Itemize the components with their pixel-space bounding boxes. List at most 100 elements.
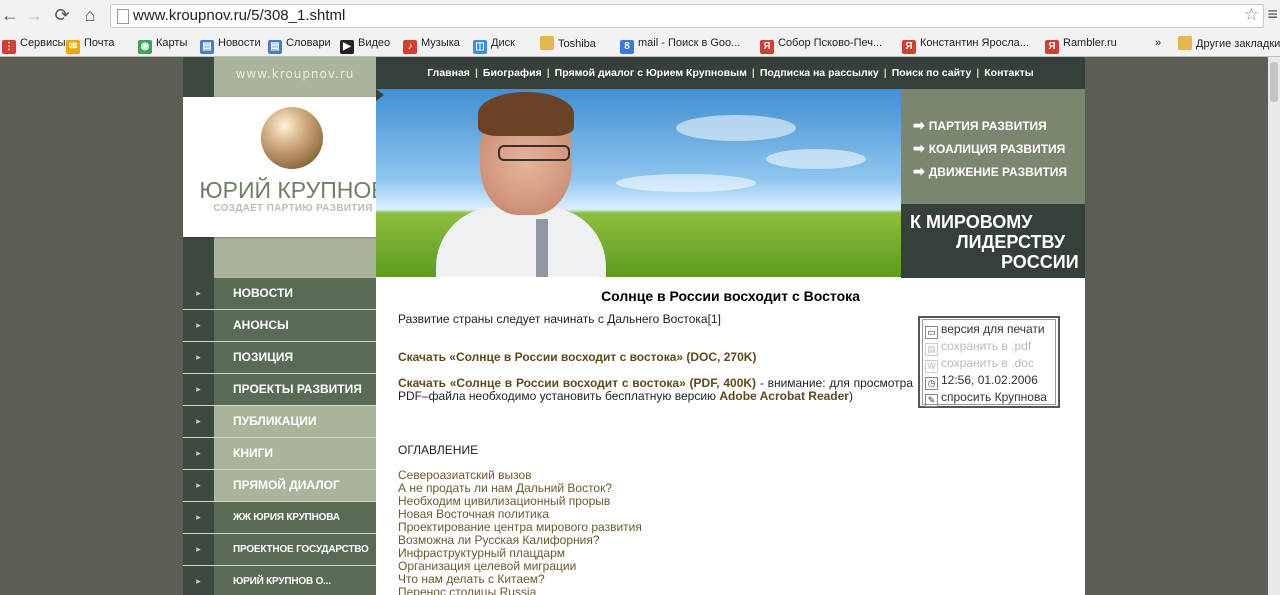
pdf-note-end: ) xyxy=(848,389,853,403)
bookmark-label: mail - Поиск в Goo... xyxy=(638,37,741,49)
sidenav-item-9[interactable]: ▸ ЮРИЙ КРУПНОВ О... xyxy=(183,566,376,595)
bookmark-7[interactable]: ◫ Диск xyxy=(473,36,515,54)
bookmark-label: Карты xyxy=(156,37,188,49)
tool-0[interactable]: ▭ версия для печати xyxy=(925,321,1053,339)
google-icon: 8 xyxy=(620,40,634,54)
link-movement[interactable]: ➡ ДВИЖЕНИЕ РАЗВИТИЯ xyxy=(913,163,1067,180)
link-party[interactable]: ➡ ПАРТИЯ РАЗВИТИЯ xyxy=(913,117,1047,134)
news-icon: ▤ xyxy=(200,40,214,54)
sidenav-item-8[interactable]: ▸ ПРОЕКТНОЕ ГОСУДАРСТВО xyxy=(183,534,376,566)
tool-label: спросить Крупнова xyxy=(941,390,1047,404)
tools-list: ▭ версия для печати ▤ сохранить в .pdf Wсохр… xyxy=(922,319,1056,407)
logo[interactable]: ЮРИЙ КРУПНОВ СОЗДАЕТ ПАРТИЮ РАЗВИТИЯ xyxy=(183,97,403,237)
sidenav-item-5[interactable]: ▸ КНИГИ xyxy=(183,438,376,470)
folder-icon xyxy=(1178,36,1192,50)
bookmark-label: Новости xyxy=(218,37,261,49)
bookmark-1[interactable]: ✉ Почта xyxy=(66,36,115,54)
top-navigation: Главная | Биография | Прямой диалог с Юрием … xyxy=(376,57,1085,89)
sidenav-label: ПРЯМОЙ ДИАЛОГ xyxy=(214,470,376,501)
right-links-panel: ➡ ПАРТИЯ РАЗВИТИЯ ➡ КОАЛИЦИЯ РАЗВИТИЯ ➡ ДВИ… xyxy=(901,89,1085,204)
sidenav-label: ПОЗИЦИЯ xyxy=(214,342,376,373)
acrobat-link[interactable]: Adobe Acrobat Reader xyxy=(719,389,849,403)
reload-icon[interactable]: ⟳ xyxy=(52,5,72,25)
browser-chrome: ← → ⟳ ⌂ www.kroupnov.ru/5/308_1.shtml ☆ … xyxy=(0,0,1280,57)
tool-4[interactable]: ✎ спросить Крупнова xyxy=(925,389,1053,407)
topnav-item-4[interactable]: Поиск по сайту xyxy=(892,67,972,79)
other-bookmarks-label: Другие закладки xyxy=(1196,38,1280,50)
address-bar[interactable]: www.kroupnov.ru/5/308_1.shtml ☆ xyxy=(110,4,1264,28)
sidenav-item-7[interactable]: ▸ ЖЖ ЮРИЯ КРУПНОВА xyxy=(183,502,376,534)
toc-link[interactable]: Перенос столицы Russia xyxy=(398,586,642,595)
sidenav-item-6[interactable]: ▸ ПРЯМОЙ ДИАЛОГ xyxy=(183,470,376,502)
portrait-tie xyxy=(536,219,548,277)
bookmark-8[interactable]: Toshiba xyxy=(540,36,596,52)
bookmark-10[interactable]: Я Собор Псково-Печ... xyxy=(760,36,882,54)
chevron-right-icon: ▸ xyxy=(183,342,214,373)
tool-1[interactable]: ▤ сохранить в .pdf xyxy=(925,338,1053,356)
bookmark-9[interactable]: 8 mail - Поиск в Goo... xyxy=(620,36,741,54)
browser-toolbar: ← → ⟳ ⌂ www.kroupnov.ru/5/308_1.shtml ☆ … xyxy=(0,0,1280,32)
topnav-item-5[interactable]: Контакты xyxy=(984,67,1034,79)
sidenav-item-2[interactable]: ▸ ПОЗИЦИЯ xyxy=(183,342,376,374)
topnav-item-0[interactable]: Главная xyxy=(427,67,470,79)
bookmark-label: Музыка xyxy=(421,37,460,49)
bookmark-5[interactable]: ▶ Видео xyxy=(340,36,390,54)
bookmark-11[interactable]: Я Константин Яросла... xyxy=(902,36,1029,54)
chevron-right-icon: ▸ xyxy=(183,310,214,341)
sidenav-item-4[interactable]: ▸ ПУБЛИКАЦИИ xyxy=(183,406,376,438)
sidenav-item-3[interactable]: ▸ ПРОЕКТЫ РАЗВИТИЯ xyxy=(183,374,376,406)
motto-line: ЛИДЕРСТВУ xyxy=(956,232,1066,252)
back-arrow-icon[interactable]: ← xyxy=(0,5,20,25)
bookmark-0[interactable]: ⋮ Сервисы xyxy=(2,36,66,54)
scrollbar[interactable] xyxy=(1268,57,1280,595)
sidenav-item-0[interactable]: ▸ НОВОСТИ xyxy=(183,278,376,310)
topnav-item-2[interactable]: Прямой диалог с Юрием Крупновым xyxy=(555,67,747,79)
download-doc-link[interactable]: Скачать «Солнце в России восходит с вост… xyxy=(398,351,913,364)
link-coalition[interactable]: ➡ КОАЛИЦИЯ РАЗВИТИЯ xyxy=(913,140,1065,157)
tool-label: сохранить в .pdf xyxy=(941,339,1032,353)
other-bookmarks[interactable]: Другие закладки xyxy=(1178,36,1280,52)
banner-arrow-icon xyxy=(376,89,384,101)
bookmark-3[interactable]: ▤ Новости xyxy=(200,36,261,54)
motto-line: РОССИИ xyxy=(1001,252,1079,272)
web-page: www.kroupnov.ru ЮРИЙ КРУПНОВ СОЗДАЕТ ПАР… xyxy=(183,57,1085,595)
bookmark-label: Toshiba xyxy=(558,38,596,50)
link-label: ПАРТИЯ РАЗВИТИЯ xyxy=(928,119,1047,133)
side-navigation: ▸ НОВОСТИ ▸ АНОНСЫ ▸ ПОЗИЦИЯ ▸ ПРОЕКТЫ РАЗВИТИЯ… xyxy=(183,278,376,595)
sidenav-label: ПУБЛИКАЦИИ xyxy=(214,406,376,437)
logo-tagline: СОЗДАЕТ ПАРТИЮ РАЗВИТИЯ xyxy=(213,203,373,214)
disk-icon: ◫ xyxy=(473,40,487,54)
bookmark-4[interactable]: ▤ Словари xyxy=(268,36,331,54)
yandex-icon: Я xyxy=(902,40,916,54)
forward-arrow-icon[interactable]: → xyxy=(24,5,44,25)
yandex-icon: Я xyxy=(760,40,774,54)
chevron-right-icon: ▸ xyxy=(183,470,214,501)
nav-separator: | xyxy=(546,67,550,79)
topnav-item-3[interactable]: Подписка на рассылку xyxy=(760,67,879,79)
sidenav-item-1[interactable]: ▸ АНОНСЫ xyxy=(183,310,376,342)
bookmark-star-icon[interactable]: ☆ xyxy=(1244,5,1259,25)
menu-icon[interactable]: ≡ xyxy=(1267,4,1278,25)
site-name: www.kroupnov.ru xyxy=(235,67,355,81)
link-label: КОАЛИЦИЯ РАЗВИТИЯ xyxy=(928,142,1066,156)
tool-label: 12:56, 01.02.2006 xyxy=(941,373,1038,387)
cloud xyxy=(676,115,796,141)
chevron-right-icon: ▸ xyxy=(183,374,214,405)
chevron-right-icon: ▸ xyxy=(183,502,214,533)
nav-separator: | xyxy=(751,67,755,79)
nav-separator: | xyxy=(883,67,887,79)
scrollbar-thumb[interactable] xyxy=(1270,62,1278,102)
bookmark-label: Диск xyxy=(491,37,515,49)
bookmarks-overflow[interactable]: » xyxy=(1155,36,1161,52)
download-pdf-link[interactable]: Скачать «Солнце в России восходит с вост… xyxy=(398,376,756,390)
home-icon[interactable]: ⌂ xyxy=(80,5,100,25)
topnav-item-1[interactable]: Биография xyxy=(483,67,542,79)
ask-icon: ✎ xyxy=(925,394,938,407)
folder-icon xyxy=(540,36,554,50)
tools-box: ▭ версия для печати ▤ сохранить в .pdf Wсохр… xyxy=(918,316,1060,408)
bookmark-6[interactable]: ♪ Музыка xyxy=(403,36,460,54)
tool-2[interactable]: Wсохранить в .doc xyxy=(925,355,1053,373)
bookmark-12[interactable]: Я Rambler.ru xyxy=(1045,36,1117,54)
cloud xyxy=(766,149,866,169)
bookmark-2[interactable]: ◉ Карты xyxy=(138,36,188,54)
